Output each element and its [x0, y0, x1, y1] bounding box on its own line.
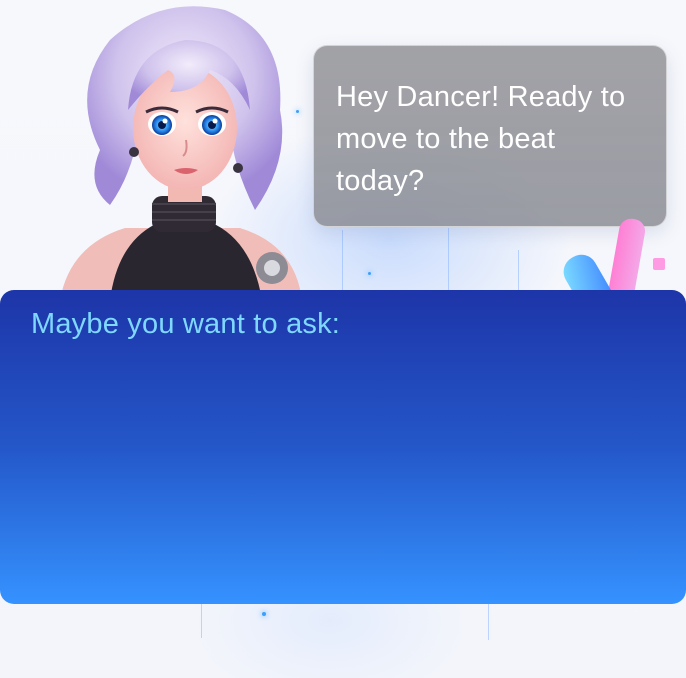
- greeting-text: Hey Dancer! Ready to move to the beat to…: [336, 81, 626, 197]
- light-line: [488, 604, 489, 640]
- light-spark: [262, 612, 266, 616]
- suggestion-panel-title: Maybe you want to ask:: [31, 308, 341, 340]
- assistant-greeting-bubble: Hey Dancer! Ready to move to the beat to…: [313, 45, 667, 227]
- avatar-illustration: [60, 6, 302, 300]
- light-line: [448, 228, 449, 290]
- light-line: [201, 604, 202, 638]
- light-spark: [368, 272, 371, 275]
- light-line: [342, 230, 343, 290]
- light-line: [518, 250, 519, 290]
